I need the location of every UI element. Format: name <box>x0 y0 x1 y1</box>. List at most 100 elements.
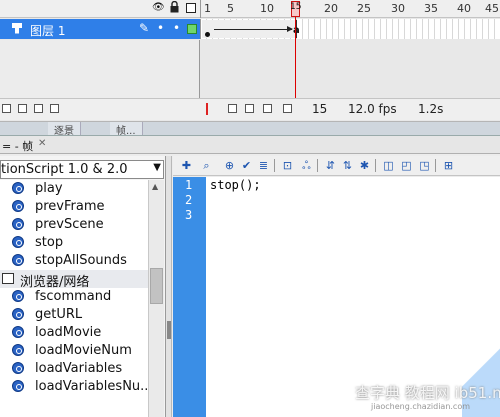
actionscript-version-select[interactable]: tionScript 1.0 & 2.0 ▼ <box>0 160 164 179</box>
close-icon[interactable]: ✕ <box>38 138 46 149</box>
layer-icon <box>12 23 22 34</box>
collapse-selection-icon[interactable]: ⇅ <box>340 158 355 173</box>
code-line[interactable]: stop(); <box>210 178 261 192</box>
auto-format-icon[interactable]: ≣ <box>256 158 271 173</box>
tree-scrollbar[interactable]: ▲ <box>148 180 164 417</box>
edit-multiple-frames-icon[interactable] <box>263 104 272 113</box>
target-path-icon[interactable]: ⊕ <box>222 158 237 173</box>
new-guide-layer-icon[interactable] <box>18 104 27 113</box>
tree-item[interactable]: play <box>0 180 148 198</box>
tree-item[interactable]: stopAllSounds <box>0 252 148 270</box>
tree-item[interactable]: getURL <box>0 306 148 324</box>
tree-item-label: loadVariablesNu... <box>35 379 153 394</box>
onion-markers-icon[interactable] <box>283 104 292 113</box>
chevron-down-icon[interactable]: ▼ <box>153 162 161 173</box>
find-icon[interactable]: ⌕ <box>199 158 214 173</box>
frame-ruler[interactable]: 1 5 10 20 25 30 35 40 45 <box>200 0 500 18</box>
timeline-header: 👁 1 5 10 20 25 30 35 40 45 15 <box>0 0 500 18</box>
trash-icon[interactable] <box>50 104 59 113</box>
remove-comment-icon[interactable]: ◳ <box>417 158 432 173</box>
tree-item-label: fscommand <box>35 289 112 304</box>
action-bullet-icon <box>12 218 24 230</box>
new-folder-icon[interactable] <box>34 104 43 113</box>
tree-item[interactable]: loadMovie <box>0 324 148 342</box>
comment-line-icon[interactable]: ◰ <box>399 158 414 173</box>
code-hint-icon[interactable]: ⊡ <box>280 158 295 173</box>
eye-icon[interactable]: 👁 <box>152 2 165 13</box>
scroll-up-icon[interactable]: ▲ <box>152 182 158 191</box>
lock-dot-icon[interactable]: • <box>173 21 180 35</box>
tree-item-label: loadVariables <box>35 361 123 376</box>
layer-name[interactable]: 图层 1 <box>30 22 65 39</box>
frame-number: 35 <box>424 2 438 15</box>
tree-item-label: stopAllSounds <box>35 253 127 268</box>
tab-scene[interactable]: 逐景 <box>48 122 81 135</box>
action-bullet-icon <box>12 290 24 302</box>
onion-outlines-icon[interactable] <box>245 104 254 113</box>
action-bullet-icon <box>12 380 24 392</box>
tree-item[interactable]: loadMovieNum <box>0 342 148 360</box>
current-frame: 15 <box>312 102 328 116</box>
line-number: 2 <box>185 193 193 207</box>
new-layer-icon[interactable] <box>2 104 11 113</box>
playhead-line <box>295 17 296 105</box>
add-statement-icon[interactable]: ✚ <box>179 158 194 173</box>
motion-tween-span[interactable]: a <box>202 20 300 38</box>
action-bullet-icon <box>12 182 24 194</box>
tween-arrow-icon <box>214 26 293 32</box>
action-keyframe-icon: a <box>293 25 300 36</box>
document-tabs: 逐景 帧... <box>0 122 500 136</box>
outline-color-icon[interactable] <box>187 24 197 34</box>
tree-item[interactable]: loadVariables <box>0 360 148 378</box>
frame-rate: 12.0 fps <box>348 102 397 116</box>
check-syntax-icon[interactable]: ✔ <box>239 158 254 173</box>
lock-icon[interactable] <box>170 1 179 13</box>
action-bullet-icon <box>12 362 24 374</box>
toolbar-separator <box>317 159 318 172</box>
visibility-dot-icon[interactable]: • <box>157 21 164 35</box>
action-bullet-icon <box>12 308 24 320</box>
pencil-icon: ✎ <box>139 21 150 35</box>
panel-splitter[interactable] <box>166 156 172 417</box>
actions-toolbox: tionScript 1.0 & 2.0 ▼ play prevFrame pr… <box>0 156 166 417</box>
tree-item-label: getURL <box>35 307 83 322</box>
layer-row-selected[interactable]: 图层 1 ✎ • • <box>0 19 200 39</box>
frame-number: 25 <box>357 2 371 15</box>
tab-frame[interactable]: 帧... <box>110 122 143 135</box>
script-editor[interactable]: 1 2 3 stop(); <box>173 177 500 417</box>
playhead[interactable]: 15 <box>290 1 302 17</box>
debug-options-icon[interactable]: ஃ <box>299 158 314 173</box>
book-icon <box>2 273 14 284</box>
frame-number: 15 <box>290 2 302 12</box>
onion-skin-icon[interactable] <box>228 104 237 113</box>
splitter-grip[interactable] <box>167 321 171 339</box>
frame-number: 45 <box>485 2 499 15</box>
expand-all-icon[interactable]: ✱ <box>357 158 372 173</box>
tree-item-label: prevFrame <box>35 199 105 214</box>
action-bullet-icon <box>12 254 24 266</box>
outline-toggle-icon[interactable] <box>186 3 196 13</box>
tree-item[interactable]: fscommand <box>0 288 148 306</box>
toolbar-separator <box>274 159 275 172</box>
actions-tree: play prevFrame prevScene stop stopAllSou… <box>0 180 153 417</box>
collapse-between-braces-icon[interactable]: ⇵ <box>323 158 338 173</box>
frame-number: 5 <box>227 2 234 15</box>
layer-frames[interactable]: a <box>200 19 500 39</box>
tree-item[interactable]: prevScene <box>0 216 148 234</box>
scrollbar-thumb[interactable] <box>150 268 163 304</box>
script-toolbar: ✚ ⌕ ⊕ ✔ ≣ ⊡ ஃ ⇵ ⇅ ✱ ◫ ◰ ◳ ⊞ <box>173 156 500 176</box>
line-number: 3 <box>185 208 193 222</box>
watermark-text: 查字典 教程网 ib51.net <box>355 384 500 402</box>
comment-block-icon[interactable]: ◫ <box>381 158 396 173</box>
actions-panel-header: = - 帧 ✕ <box>0 136 500 154</box>
center-frame-icon[interactable] <box>206 103 208 115</box>
tree-item[interactable]: stop <box>0 234 148 252</box>
tree-item-label: loadMovieNum <box>35 343 132 358</box>
layer-list-empty-area <box>0 40 200 98</box>
frame-number: 1 <box>204 2 211 15</box>
tree-item[interactable]: prevFrame <box>0 198 148 216</box>
tree-item[interactable]: loadVariablesNu... <box>0 378 153 396</box>
toolbar-separator <box>375 159 376 172</box>
show-hide-toolbox-icon[interactable]: ⊞ <box>441 158 456 173</box>
tree-folder[interactable]: 浏览器/网络 <box>0 270 148 290</box>
